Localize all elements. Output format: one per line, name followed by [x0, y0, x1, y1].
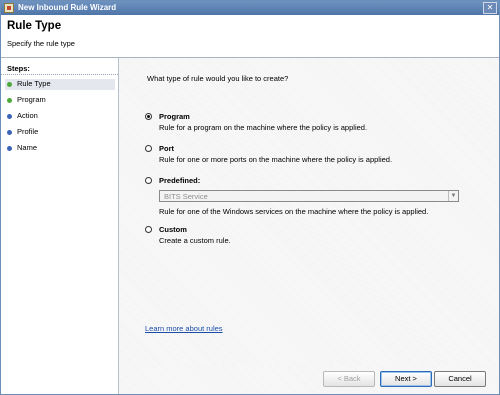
page-subtitle: Specify the rule type — [7, 39, 75, 48]
button-bar: < Back Next > Cancel — [119, 365, 499, 394]
predefined-select-value: BITS Service — [164, 192, 208, 201]
sidebar-item-label: Name — [17, 143, 38, 152]
close-button[interactable]: ✕ — [483, 2, 497, 14]
sidebar-item-label: Program — [17, 95, 46, 104]
cancel-button[interactable]: Cancel — [434, 371, 486, 387]
predefined-description: Rule for one of the Windows services on … — [159, 207, 429, 216]
step-done-icon — [7, 82, 12, 87]
sidebar-item-rule-type[interactable]: Rule Type — [5, 79, 115, 90]
step-pending-icon — [7, 114, 12, 119]
rule-type-question: What type of rule would you like to crea… — [147, 74, 289, 83]
title-bar[interactable]: New Inbound Rule Wizard ✕ — [1, 1, 499, 15]
steps-divider — [1, 74, 118, 75]
sidebar-item-name[interactable]: Name — [5, 143, 115, 154]
port-radio[interactable] — [145, 145, 152, 152]
steps-heading: Steps: — [7, 64, 30, 73]
next-button[interactable]: Next > — [380, 371, 432, 387]
step-pending-icon — [7, 130, 12, 135]
port-label[interactable]: Port — [159, 144, 174, 153]
back-button[interactable]: < Back — [323, 371, 375, 387]
sidebar-item-program[interactable]: Program — [5, 95, 115, 106]
sidebar-item-profile[interactable]: Profile — [5, 127, 115, 138]
step-pending-icon — [7, 146, 12, 151]
step-done-icon — [7, 98, 12, 103]
program-description: Rule for a program on the machine where … — [159, 123, 368, 132]
page-title: Rule Type — [7, 20, 62, 32]
sidebar-item-label: Rule Type — [17, 79, 51, 88]
main-panel: What type of rule would you like to crea… — [119, 58, 499, 365]
sidebar-item-action[interactable]: Action — [5, 111, 115, 122]
custom-description: Create a custom rule. — [159, 236, 231, 245]
predefined-select[interactable]: BITS Service ▼ — [159, 190, 459, 202]
chevron-down-icon[interactable]: ▼ — [448, 191, 458, 201]
program-label[interactable]: Program — [159, 112, 190, 121]
predefined-radio[interactable] — [145, 177, 152, 184]
wizard-window: New Inbound Rule Wizard ✕ Rule Type Spec… — [0, 0, 500, 395]
sidebar-item-label: Action — [17, 111, 38, 120]
custom-radio[interactable] — [145, 226, 152, 233]
predefined-label[interactable]: Predefined: — [159, 176, 200, 185]
port-description: Rule for one or more ports on the machin… — [159, 155, 393, 164]
firewall-app-icon — [4, 3, 14, 13]
window-title: New Inbound Rule Wizard — [18, 3, 117, 12]
custom-label[interactable]: Custom — [159, 225, 187, 234]
sidebar-item-label: Profile — [17, 127, 39, 136]
steps-sidebar: Steps: Rule Type Program Action Profile … — [1, 58, 119, 394]
wizard-header: Rule Type Specify the rule type — [1, 15, 499, 58]
program-radio[interactable] — [145, 113, 152, 120]
learn-more-link[interactable]: Learn more about rules — [145, 324, 223, 333]
